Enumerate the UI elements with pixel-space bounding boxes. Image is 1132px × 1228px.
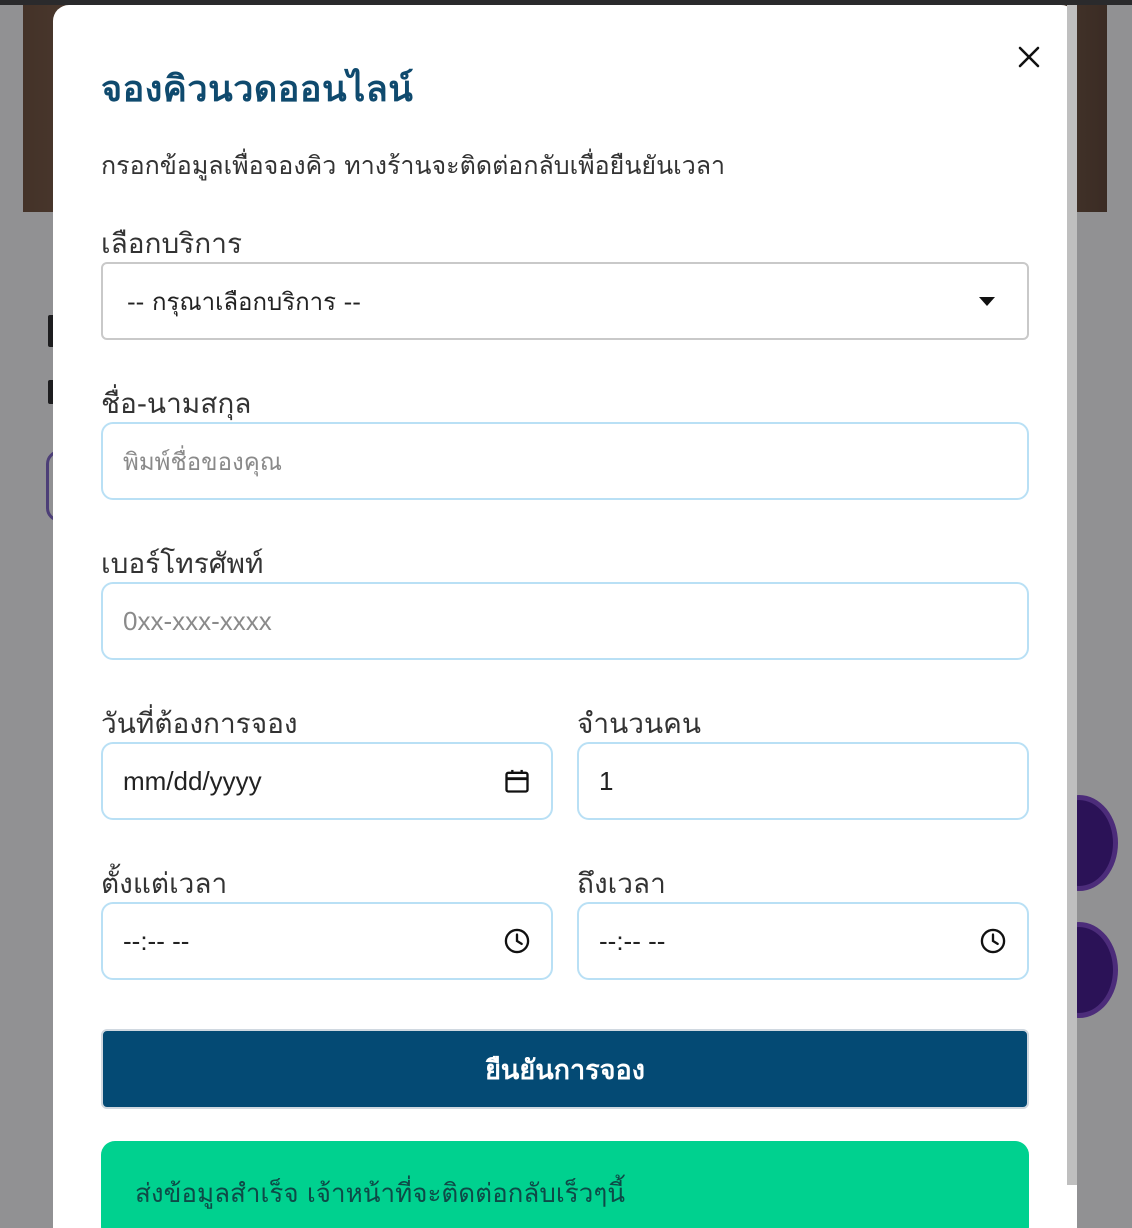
calendar-icon[interactable] [503,767,531,795]
clock-icon[interactable] [979,927,1007,955]
service-select[interactable]: -- กรุณาเลือกบริการ -- [101,262,1029,340]
people-input[interactable]: 1 [577,742,1029,820]
modal-scrollbar[interactable] [1067,5,1077,1185]
name-label: ชื่อ-นามสกุล [101,387,252,420]
time-to-value: --:-- -- [599,925,666,956]
phone-input[interactable]: 0xx-xxx-xxxx [101,582,1029,660]
time-to-input[interactable]: --:-- -- [577,902,1029,980]
date-value: mm/dd/yyyy [123,765,262,796]
modal-title: จองคิวนวดออนไลน์ [101,69,414,110]
clock-icon[interactable] [503,927,531,955]
confirm-booking-button[interactable]: ยืนยันการจอง [101,1029,1029,1109]
phone-placeholder: 0xx-xxx-xxxx [123,605,272,636]
success-message: ส่งข้อมูลสำเร็จ เจ้าหน้าที่จะติดต่อกลับเ… [135,1179,626,1209]
phone-label: เบอร์โทรศัพท์ [101,547,264,580]
service-selected-value: -- กรุณาเลือกบริการ -- [127,287,361,316]
time-to-label: ถึงเวลา [577,867,666,900]
close-button[interactable] [1012,40,1046,74]
people-label: จำนวนคน [577,707,702,740]
date-input[interactable]: mm/dd/yyyy [101,742,553,820]
people-value: 1 [599,765,614,796]
name-input[interactable]: พิมพ์ชื่อของคุณ [101,422,1029,500]
name-placeholder: พิมพ์ชื่อของคุณ [123,447,283,476]
success-alert: ส่งข้อมูลสำเร็จ เจ้าหน้าที่จะติดต่อกลับเ… [101,1141,1029,1228]
time-from-label: ตั้งแต่เวลา [101,867,228,900]
time-from-value: --:-- -- [123,925,190,956]
dropdown-caret-icon [979,296,995,306]
modal-subtitle: กรอกข้อมูลเพื่อจองคิว ทางร้านจะติดต่อกลั… [101,151,726,180]
time-from-input[interactable]: --:-- -- [101,902,553,980]
close-icon [1018,46,1040,68]
service-label: เลือกบริการ [101,227,243,260]
date-label: วันที่ต้องการจอง [101,707,298,740]
